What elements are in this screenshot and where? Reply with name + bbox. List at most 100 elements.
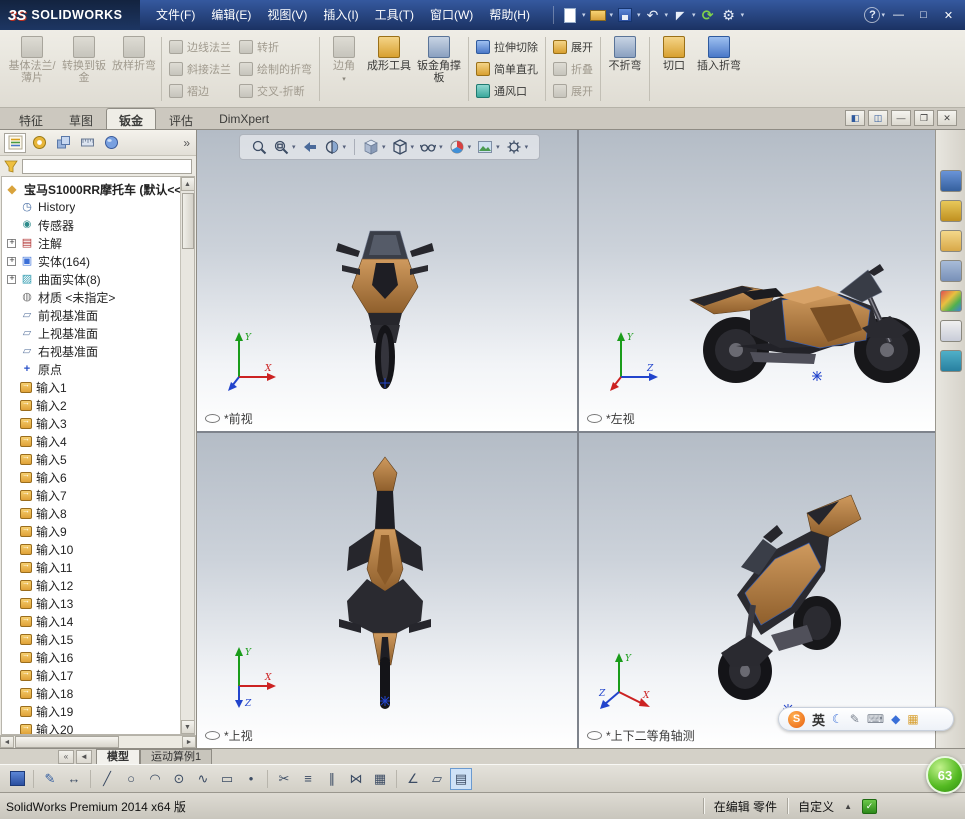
simple-hole-button[interactable]: 简单直孔 (474, 59, 540, 78)
caret-icon[interactable]: ▾ (496, 143, 500, 151)
caret-icon[interactable]: ▾ (665, 11, 669, 19)
viewport-front[interactable]: Y X *前视 (197, 130, 577, 431)
smart-dimension-icon[interactable]: ↔ (63, 768, 85, 790)
angle-icon[interactable]: ∠ (402, 768, 424, 790)
tree-item[interactable]: 注解 (7, 234, 180, 252)
command-tab[interactable]: DimXpert (206, 108, 282, 129)
tree-item[interactable]: 输入7 (7, 486, 180, 504)
tree-item[interactable]: 输入13 (7, 594, 180, 612)
corner-button[interactable]: 边角 ▾ (323, 33, 365, 105)
tree-item[interactable]: 输入8 (7, 504, 180, 522)
tree-item[interactable]: 输入10 (7, 540, 180, 558)
grid-icon[interactable]: ▤ (450, 767, 472, 790)
apply-scene-icon[interactable] (476, 138, 494, 156)
line-icon[interactable]: ╱ (96, 768, 118, 790)
document-minimize-button[interactable]: — (891, 110, 911, 126)
scroll-right-icon[interactable]: ► (182, 736, 196, 748)
caret-icon[interactable]: ▾ (468, 143, 472, 151)
model-tab[interactable]: 运动算例1 (140, 748, 213, 765)
expand-toggle-icon[interactable] (7, 256, 16, 266)
scroll-down-icon[interactable]: ▼ (180, 720, 194, 734)
previous-view-icon[interactable] (301, 138, 319, 156)
forum-icon[interactable] (939, 350, 962, 372)
caret-icon[interactable]: ▲ (844, 802, 852, 811)
file-explorer-icon[interactable] (939, 230, 962, 252)
command-tab[interactable]: 草图 (56, 108, 106, 129)
appearances-icon[interactable] (939, 290, 962, 312)
motorcycle-model-front-view[interactable] (330, 225, 440, 390)
tab-feature-manager[interactable] (4, 132, 26, 153)
section-view-icon[interactable] (323, 138, 341, 156)
window-close-button[interactable]: ✕ (936, 5, 961, 25)
display-style-icon[interactable] (391, 138, 409, 156)
menu-item[interactable]: 视图(V) (259, 0, 315, 30)
menu-item[interactable]: 插入(I) (315, 0, 366, 30)
offset-icon[interactable]: ∥ (321, 768, 343, 790)
arc-icon[interactable]: ◠ (144, 768, 166, 790)
command-tab[interactable]: 钣金 (106, 108, 157, 129)
convert-to-sheet-metal-button[interactable]: 转换到钣金 (58, 33, 110, 105)
tab-scroll-first-icon[interactable]: « (58, 749, 74, 764)
zoom-to-fit-icon[interactable] (250, 138, 268, 156)
rebuild-icon[interactable]: ⟳ (698, 5, 718, 25)
pane-split-icon[interactable]: ◧ (845, 110, 865, 126)
tree-item[interactable]: 输入19 (7, 702, 180, 720)
caret-icon[interactable]: ▾ (610, 11, 614, 19)
unfold-button[interactable]: 展开 (551, 37, 595, 56)
toolbox-icon[interactable]: ▦ (907, 713, 918, 725)
tab-configuration-manager[interactable] (52, 133, 74, 153)
plane-icon[interactable]: ▱ (426, 768, 448, 790)
menu-item[interactable]: 文件(F) (148, 0, 203, 30)
caret-icon[interactable]: ▾ (525, 143, 529, 151)
command-tab[interactable]: 评估 (156, 108, 206, 129)
menu-item[interactable]: 工具(T) (367, 0, 422, 30)
caret-icon[interactable]: ▾ (741, 11, 745, 19)
status-indicator-icon[interactable]: ✓ (862, 798, 877, 814)
tree-item[interactable]: 上视基准面 (7, 324, 180, 342)
convert-entities-icon[interactable]: ≡ (297, 768, 319, 790)
tree-item[interactable]: 输入4 (7, 432, 180, 450)
document-restore-button[interactable]: ❐ (914, 110, 934, 126)
sheet-metal-gusset-button[interactable]: 钣金角撑板 (413, 33, 465, 105)
graphics-area[interactable]: ▾ ▾ ▾ ▾ ▾ ▾ ▾ ▾ Y X *前视 Y Z *左视 Y X Z *上… (197, 130, 935, 748)
tree-item[interactable]: 输入1 (7, 378, 180, 396)
tree-item[interactable]: 输入5 (7, 450, 180, 468)
vent-button[interactable]: 通风口 (474, 81, 540, 100)
assistant-ball[interactable]: 63 (926, 756, 964, 794)
tree-item[interactable]: 前视基准面 (7, 306, 180, 324)
menu-item[interactable]: 帮助(H) (481, 0, 538, 30)
circle-icon[interactable]: ○ (120, 768, 142, 790)
help-icon[interactable]: ? (864, 7, 881, 23)
model-tab[interactable]: 模型 (96, 748, 140, 765)
ellipse-icon[interactable]: ⊙ (168, 768, 190, 790)
motorcycle-model-left-view[interactable] (684, 242, 934, 387)
menu-item[interactable]: 编辑(E) (203, 0, 259, 30)
tree-item[interactable]: History (7, 198, 180, 216)
view-orientation-icon[interactable] (362, 138, 380, 156)
caret-icon[interactable]: ▾ (343, 143, 347, 151)
tree-item[interactable]: 材质 <未指定> (7, 288, 180, 306)
resources-icon[interactable] (939, 170, 962, 192)
edge-flange-button[interactable]: 边线法兰 (167, 37, 233, 56)
window-minimize-button[interactable]: — (886, 5, 911, 25)
moon-icon[interactable]: ☾ (832, 713, 843, 725)
viewport-left[interactable]: Y Z *左视 (579, 130, 935, 431)
status-custom-dropdown[interactable]: 自定义 (798, 798, 834, 815)
custom-properties-icon[interactable] (939, 320, 962, 342)
tree-item[interactable]: 传感器 (7, 216, 180, 234)
new-document-icon[interactable] (560, 5, 580, 25)
lofted-bend-button[interactable]: 放样折弯 (110, 33, 158, 105)
tree-item[interactable]: 输入12 (7, 576, 180, 594)
pane-grid-icon[interactable]: ◫ (868, 110, 888, 126)
motorcycle-model-isometric-view[interactable] (679, 475, 864, 730)
fold-button[interactable]: 折叠 (551, 59, 595, 78)
jog-button[interactable]: 转折 (237, 37, 314, 56)
scroll-left-icon[interactable]: ◄ (0, 736, 14, 748)
hem-button[interactable]: 褶边 (167, 81, 233, 100)
tree-item[interactable]: 输入3 (7, 414, 180, 432)
tree-item[interactable]: 原点 (7, 360, 180, 378)
sketched-bend-button[interactable]: 绘制的折弯 (237, 59, 314, 78)
caret-icon[interactable]: ▾ (382, 143, 386, 151)
skin-icon[interactable]: ◆ (891, 713, 900, 725)
panel-overflow-chevron[interactable]: » (183, 136, 192, 150)
